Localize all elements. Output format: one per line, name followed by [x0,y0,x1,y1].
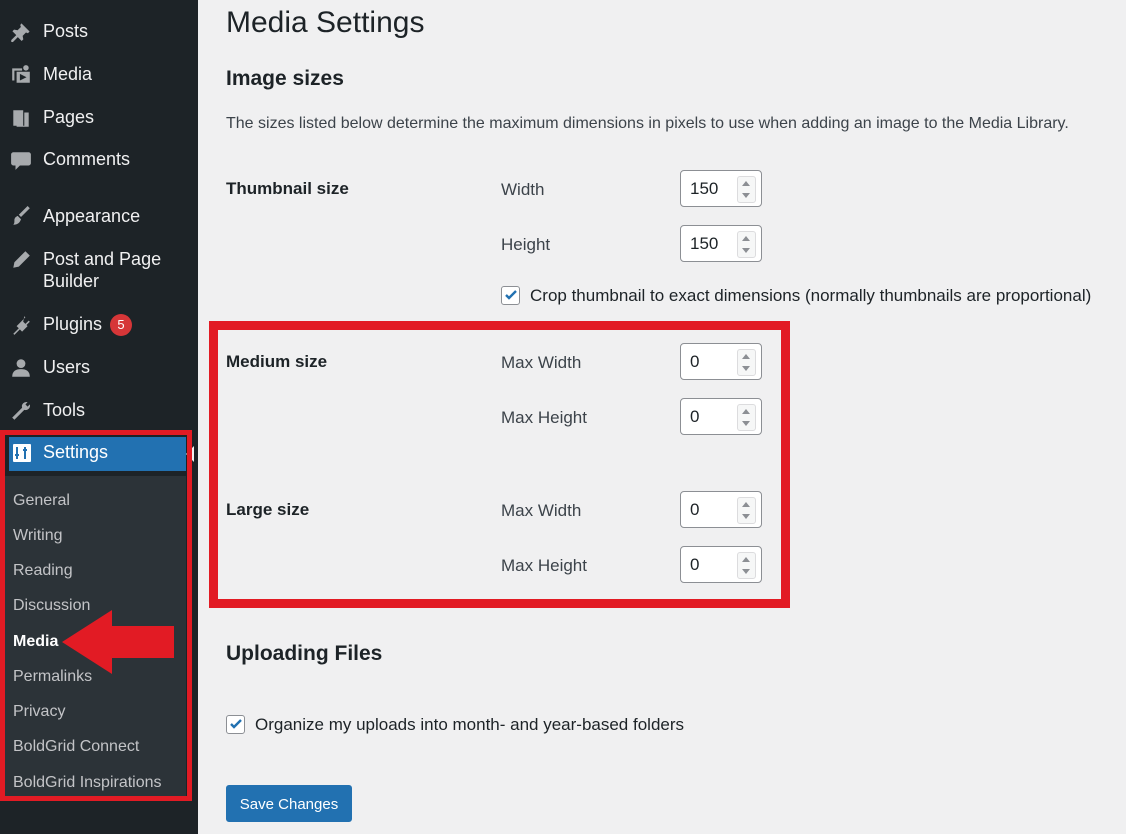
thumbnail-height-input[interactable]: 150 [680,225,762,262]
large-height-label: Max Height [501,556,587,575]
sidebar-item-appearance[interactable]: Appearance [0,205,198,229]
sidebar-item-post-page-builder[interactable]: Post and Page Builder [0,248,198,294]
save-changes-button[interactable]: Save Changes [226,785,352,822]
submenu-item-reading[interactable]: Reading [13,561,73,581]
sidebar-item-comments[interactable]: Comments [0,148,198,172]
user-icon [9,356,33,380]
pages-icon [9,106,33,130]
plugin-icon [9,313,33,337]
spinner-icon[interactable] [737,552,756,579]
main-content: Media Settings Image sizes The sizes lis… [198,0,1126,834]
sidebar-item-label: Settings [43,442,109,462]
media-icon [9,63,33,87]
medium-width-label: Max Width [501,353,582,372]
spinner-icon[interactable] [737,176,756,203]
large-width-label: Max Width [501,501,582,520]
spinner-icon[interactable] [737,404,756,431]
thumbnail-width-label: Width [501,180,545,199]
crop-thumbnail-label: Crop thumbnail to exact dimensions (norm… [530,286,1092,305]
input-value: 0 [690,407,700,426]
sidebar-item-posts[interactable]: Posts [0,20,198,44]
comment-icon [9,148,33,172]
submenu-item-boldgrid-connect[interactable]: BoldGrid Connect [13,737,139,757]
thumbnail-height-label: Height [501,235,551,254]
spinner-icon[interactable] [737,497,756,524]
input-value: 0 [690,500,700,519]
input-value: 150 [690,179,719,198]
sidebar-item-label: Comments [43,149,131,169]
sidebar-item-label: Appearance [43,206,141,226]
spinner-icon[interactable] [737,349,756,376]
large-width-input[interactable]: 0 [680,491,762,528]
organize-uploads-checkbox[interactable] [226,715,245,734]
sidebar-item-pages[interactable]: Pages [0,106,198,130]
thumbnail-size-label: Thumbnail size [226,179,349,198]
medium-size-label: Medium size [226,352,328,371]
sidebar-item-label: Media [43,64,93,84]
sidebar-item-label-line2: Builder [43,271,100,291]
paintbrush-icon [9,205,33,229]
sidebar-item-label-wrap: Plugins 5 [43,313,133,336]
sidebar-item-users[interactable]: Users [0,356,198,380]
medium-width-input[interactable]: 0 [680,343,762,380]
admin-sidebar: Posts Media Pages Comments Appearance Po… [0,0,198,834]
sidebar-item-tools[interactable]: Tools [0,399,198,423]
input-value: 0 [690,352,700,371]
large-height-input[interactable]: 0 [680,546,762,583]
submenu-item-writing[interactable]: Writing [13,526,63,546]
sidebar-item-label: Plugins [43,314,103,334]
submenu-item-boldgrid-inspirations[interactable]: BoldGrid Inspirations [13,773,162,793]
crop-thumbnail-checkbox[interactable] [501,286,520,305]
medium-height-input[interactable]: 0 [680,398,762,435]
image-sizes-description: The sizes listed below determine the max… [226,115,1069,132]
sidebar-item-label: Pages [43,107,95,127]
uploading-files-heading: Uploading Files [226,642,383,665]
sidebar-item-media[interactable]: Media [0,63,198,87]
sidebar-item-plugins[interactable]: Plugins 5 [0,313,198,337]
current-menu-pointer [186,446,194,462]
organize-uploads-label: Organize my uploads into month- and year… [255,715,685,734]
sidebar-item-settings[interactable]: Settings [9,437,186,471]
submenu-item-media[interactable]: Media [13,632,58,652]
sidebar-item-label: Post and Page [43,249,162,269]
pencil-icon [9,248,33,272]
image-sizes-heading: Image sizes [226,67,344,90]
submenu-item-privacy[interactable]: Privacy [13,702,65,722]
wrench-icon [9,399,33,423]
spinner-icon[interactable] [737,231,756,258]
annotation-arrow-icon [62,610,174,674]
input-value: 150 [690,234,719,253]
thumbnail-width-input[interactable]: 150 [680,170,762,207]
sidebar-item-label: Users [43,357,91,377]
sidebar-item-label: Tools [43,400,86,420]
sidebar-item-label: Posts [43,21,89,41]
checkmark-icon [230,719,242,729]
input-value: 0 [690,555,700,574]
update-count-badge: 5 [110,314,133,336]
settings-icon [12,443,32,463]
checkmark-icon [505,290,517,300]
pin-icon [9,20,33,44]
page-title: Media Settings [226,6,425,39]
submenu-item-general[interactable]: General [13,491,70,511]
medium-height-label: Max Height [501,408,587,427]
large-size-label: Large size [226,500,310,519]
